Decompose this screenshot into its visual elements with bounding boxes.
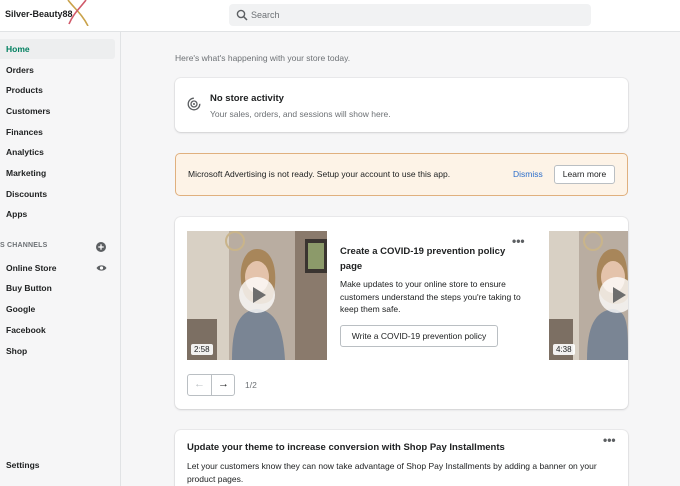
next-arrow-icon[interactable]: →	[212, 375, 235, 395]
tip-body: Make updates to your online store to ens…	[340, 279, 521, 314]
store-activity-card: No store activity Your sales, orders, an…	[175, 78, 628, 132]
sidebar-item-discounts[interactable]: Discounts	[0, 184, 115, 204]
carousel-pager: ← →	[187, 374, 235, 396]
sidebar-item-shop[interactable]: Shop	[0, 341, 115, 361]
play-icon[interactable]	[599, 277, 628, 313]
sidebar: Home Orders Products Customers Finances …	[0, 32, 121, 486]
dismiss-link[interactable]: Dismiss	[513, 169, 543, 179]
sidebar-item-marketing[interactable]: Marketing	[0, 163, 115, 183]
sidebar-item-analytics[interactable]: Analytics	[0, 142, 115, 162]
more-actions-icon[interactable]: •••	[603, 434, 617, 446]
search-icon	[236, 9, 248, 21]
covid-policy-tip: Create a COVID-19 prevention policy page…	[327, 231, 537, 360]
store-logo-icon	[67, 0, 89, 26]
main-content: Here's what's happening with your store …	[121, 32, 680, 486]
activity-pulse-icon	[187, 97, 201, 111]
sidebar-item-google[interactable]: Google	[0, 299, 115, 319]
eye-icon[interactable]	[96, 264, 107, 272]
tip-title: Create a COVID-19 prevention policy page	[340, 246, 506, 272]
video-thumbnail[interactable]: 4:38	[549, 231, 628, 360]
shop-pay-installments-card: Update your theme to increase conversion…	[175, 430, 628, 486]
sidebar-item-orders[interactable]: Orders	[0, 60, 115, 80]
greeting-text: Here's what's happening with your store …	[175, 53, 351, 63]
theme-card-title: Update your theme to increase conversion…	[187, 442, 505, 453]
sidebar-item-customers[interactable]: Customers	[0, 101, 115, 121]
sidebar-item-settings[interactable]: Settings	[0, 455, 115, 475]
search-bar[interactable]: Search	[229, 4, 591, 26]
activity-title: No store activity	[210, 93, 284, 104]
video-thumbnail[interactable]: 2:58	[187, 231, 327, 360]
sidebar-item-home[interactable]: Home	[0, 39, 115, 59]
sidebar-item-products[interactable]: Products	[0, 80, 115, 100]
activity-subtitle: Your sales, orders, and sessions will sh…	[210, 109, 391, 119]
search-placeholder: Search	[251, 10, 280, 20]
sidebar-item-buy-button[interactable]: Buy Button	[0, 278, 115, 298]
video-duration: 4:38	[553, 344, 575, 355]
write-policy-button[interactable]: Write a COVID-19 prevention policy	[340, 325, 498, 347]
banner-message: Microsoft Advertising is not ready. Setu…	[188, 169, 451, 179]
add-channel-icon[interactable]	[96, 242, 106, 252]
guides-carousel: 2:58 Create a COVID-19 prevention policy…	[175, 217, 628, 409]
sidebar-item-facebook[interactable]: Facebook	[0, 320, 115, 340]
page-count: 1/2	[245, 380, 257, 390]
previous-arrow-icon[interactable]: ←	[188, 375, 212, 395]
theme-card-body: Let your customers know they can now tak…	[187, 461, 597, 484]
video-duration: 2:58	[191, 344, 213, 355]
store-name[interactable]: Silver-Beauty88	[5, 9, 73, 19]
play-icon[interactable]	[239, 277, 275, 313]
top-bar: Silver-Beauty88 Search	[0, 0, 680, 32]
advertising-banner: Microsoft Advertising is not ready. Setu…	[175, 153, 628, 196]
sidebar-item-finances[interactable]: Finances	[0, 122, 115, 142]
learn-more-button[interactable]: Learn more	[554, 165, 615, 184]
sidebar-item-apps[interactable]: Apps	[0, 204, 115, 224]
more-actions-icon[interactable]: •••	[512, 235, 526, 247]
